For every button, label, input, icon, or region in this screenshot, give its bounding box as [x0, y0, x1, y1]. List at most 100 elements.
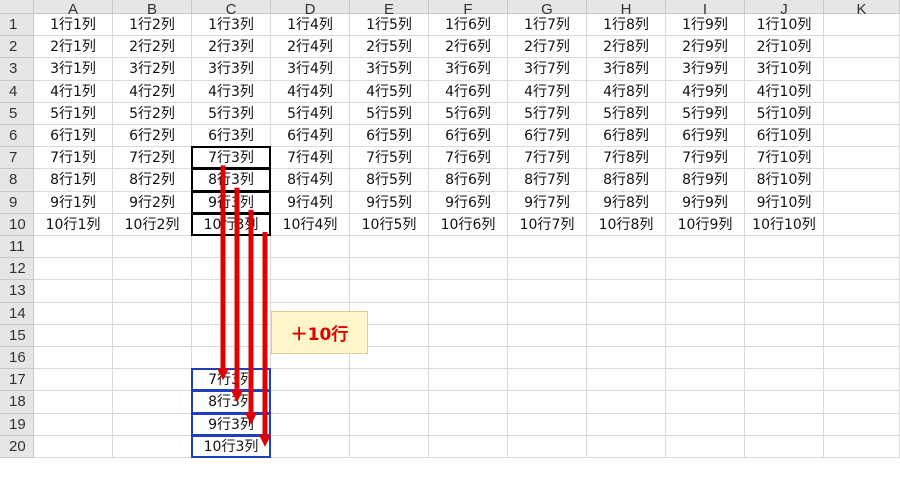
- cell-b6[interactable]: 6行2列: [113, 125, 192, 148]
- cell-k11[interactable]: [824, 236, 900, 259]
- row-header-11[interactable]: 11: [0, 236, 34, 259]
- cell-j11[interactable]: [745, 236, 824, 259]
- cell-e9[interactable]: 9行5列: [350, 191, 429, 214]
- cell-j3[interactable]: 3行10列: [745, 58, 824, 81]
- cell-f2[interactable]: 2行6列: [429, 36, 508, 59]
- cell-c11[interactable]: [192, 236, 271, 259]
- row-header-15[interactable]: 15: [0, 324, 34, 347]
- column-header-i[interactable]: I: [666, 0, 745, 18]
- cell-f12[interactable]: [429, 258, 508, 281]
- cell-e6[interactable]: 6行5列: [350, 125, 429, 148]
- cell-i1[interactable]: 1行9列: [666, 14, 745, 37]
- row-header-18[interactable]: 18: [0, 391, 34, 414]
- row-header-13[interactable]: 13: [0, 280, 34, 303]
- select-all-corner[interactable]: [0, 0, 34, 14]
- row-header-1[interactable]: 1: [0, 14, 34, 37]
- row-header-19[interactable]: 19: [0, 413, 34, 436]
- cell-e19[interactable]: [350, 413, 429, 436]
- cell-a16[interactable]: [34, 347, 113, 370]
- cell-h13[interactable]: [587, 280, 666, 303]
- cell-j1[interactable]: 1行10列: [745, 14, 824, 37]
- cell-d13[interactable]: [271, 280, 350, 303]
- cell-g7[interactable]: 7行7列: [508, 147, 587, 170]
- cell-f19[interactable]: [429, 413, 508, 436]
- cell-g8[interactable]: 8行7列: [508, 169, 587, 192]
- cell-j2[interactable]: 2行10列: [745, 36, 824, 59]
- cell-b9[interactable]: 9行2列: [113, 191, 192, 214]
- cell-d1[interactable]: 1行4列: [271, 14, 350, 37]
- cell-a18[interactable]: [34, 391, 113, 414]
- cell-k8[interactable]: [824, 169, 900, 192]
- cell-f1[interactable]: 1行6列: [429, 14, 508, 37]
- cell-k14[interactable]: [824, 302, 900, 325]
- row-header-20[interactable]: 20: [0, 435, 34, 458]
- cell-g6[interactable]: 6行7列: [508, 125, 587, 148]
- cell-e7[interactable]: 7行5列: [350, 147, 429, 170]
- cell-k16[interactable]: [824, 347, 900, 370]
- cell-i14[interactable]: [666, 302, 745, 325]
- cell-g2[interactable]: 2行7列: [508, 36, 587, 59]
- cell-i18[interactable]: [666, 391, 745, 414]
- cell-h4[interactable]: 4行8列: [587, 80, 666, 103]
- column-header-f[interactable]: F: [429, 0, 508, 18]
- cell-f15[interactable]: [429, 324, 508, 347]
- cell-k12[interactable]: [824, 258, 900, 281]
- cell-e18[interactable]: [350, 391, 429, 414]
- cell-b8[interactable]: 8行2列: [113, 169, 192, 192]
- cell-g18[interactable]: [508, 391, 587, 414]
- cell-k7[interactable]: [824, 147, 900, 170]
- row-header-10[interactable]: 10: [0, 213, 34, 236]
- cell-i19[interactable]: [666, 413, 745, 436]
- cell-e2[interactable]: 2行5列: [350, 36, 429, 59]
- cell-j8[interactable]: 8行10列: [745, 169, 824, 192]
- cell-g13[interactable]: [508, 280, 587, 303]
- cell-h19[interactable]: [587, 413, 666, 436]
- cell-c18[interactable]: 8行3列: [192, 391, 271, 414]
- row-header-3[interactable]: 3: [0, 58, 34, 81]
- cell-i16[interactable]: [666, 347, 745, 370]
- cell-a17[interactable]: [34, 369, 113, 392]
- row-header-4[interactable]: 4: [0, 80, 34, 103]
- cell-h10[interactable]: 10行8列: [587, 213, 666, 236]
- cell-f18[interactable]: [429, 391, 508, 414]
- cell-c20[interactable]: 10行3列: [192, 435, 271, 458]
- cell-i2[interactable]: 2行9列: [666, 36, 745, 59]
- cell-c9[interactable]: 9行3列: [192, 191, 271, 214]
- cell-e4[interactable]: 4行5列: [350, 80, 429, 103]
- cell-e10[interactable]: 10行5列: [350, 213, 429, 236]
- cell-d7[interactable]: 7行4列: [271, 147, 350, 170]
- cell-d11[interactable]: [271, 236, 350, 259]
- cell-f9[interactable]: 9行6列: [429, 191, 508, 214]
- cell-i4[interactable]: 4行9列: [666, 80, 745, 103]
- cell-a19[interactable]: [34, 413, 113, 436]
- cell-f3[interactable]: 3行6列: [429, 58, 508, 81]
- cell-d20[interactable]: [271, 435, 350, 458]
- cell-j13[interactable]: [745, 280, 824, 303]
- cell-d17[interactable]: [271, 369, 350, 392]
- row-header-2[interactable]: 2: [0, 36, 34, 59]
- cell-e1[interactable]: 1行5列: [350, 14, 429, 37]
- column-header-g[interactable]: G: [508, 0, 587, 18]
- row-header-9[interactable]: 9: [0, 191, 34, 214]
- cell-h12[interactable]: [587, 258, 666, 281]
- cell-b5[interactable]: 5行2列: [113, 102, 192, 125]
- cell-e8[interactable]: 8行5列: [350, 169, 429, 192]
- cell-g12[interactable]: [508, 258, 587, 281]
- cell-k3[interactable]: [824, 58, 900, 81]
- cell-h7[interactable]: 7行8列: [587, 147, 666, 170]
- row-header-17[interactable]: 17: [0, 369, 34, 392]
- cell-b13[interactable]: [113, 280, 192, 303]
- cell-a20[interactable]: [34, 435, 113, 458]
- cell-g20[interactable]: [508, 435, 587, 458]
- cell-b20[interactable]: [113, 435, 192, 458]
- cell-i7[interactable]: 7行9列: [666, 147, 745, 170]
- cell-a1[interactable]: 1行1列: [34, 14, 113, 37]
- cell-d10[interactable]: 10行4列: [271, 213, 350, 236]
- cell-i8[interactable]: 8行9列: [666, 169, 745, 192]
- cell-a8[interactable]: 8行1列: [34, 169, 113, 192]
- cell-k19[interactable]: [824, 413, 900, 436]
- cell-f6[interactable]: 6行6列: [429, 125, 508, 148]
- cell-b2[interactable]: 2行2列: [113, 36, 192, 59]
- cell-a11[interactable]: [34, 236, 113, 259]
- cell-g10[interactable]: 10行7列: [508, 213, 587, 236]
